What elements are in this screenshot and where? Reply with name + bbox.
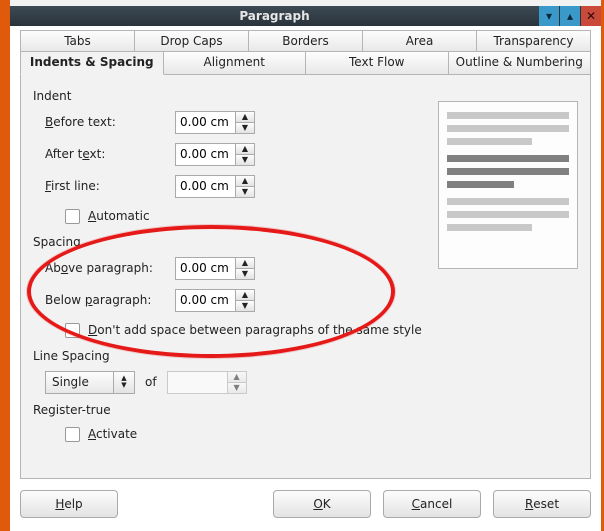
spin-down-icon[interactable]: ▼ [235,122,255,134]
spin-down-icon[interactable]: ▼ [235,154,255,166]
no-space-same-style-row: Don't add space between paragraphs of th… [33,319,578,341]
preview-line [447,181,514,188]
spin-up-icon[interactable]: ▲ [235,289,255,300]
line-spacing-section-label: Line Spacing [33,349,578,363]
activate-checkbox[interactable] [65,427,80,442]
below-paragraph-input[interactable] [175,289,235,312]
activate-row: Activate [33,423,578,445]
preview-line [447,198,569,205]
line-spacing-row: Single ▲▼ of ▲▼ [33,369,578,395]
automatic-label: Automatic [88,209,150,223]
above-paragraph-input[interactable] [175,257,235,280]
spin-down-icon: ▼ [227,382,247,394]
no-space-same-style-label: Don't add space between paragraphs of th… [88,323,422,337]
preview-line [447,112,569,119]
tab-alignment[interactable]: Alignment [164,52,307,75]
above-paragraph-label: Above paragraph: [33,261,175,275]
below-paragraph-spinner[interactable]: ▲▼ [175,289,257,312]
preview-line [447,155,569,162]
spin-up-icon[interactable]: ▲ [235,111,255,122]
preview-line [447,168,569,175]
before-text-label: Before text: [33,115,175,129]
preview-line [447,138,532,145]
line-spacing-value: Single [45,371,113,394]
spin-down-icon[interactable]: ▼ [235,186,255,198]
after-text-label: After text: [33,147,175,161]
preview-line [447,211,569,218]
dialog-footer: Help OK Cancel Reset [20,487,591,521]
minimize-button[interactable]: ▾ [539,6,559,26]
close-button[interactable]: ✕ [580,6,601,26]
above-paragraph-spinner[interactable]: ▲▼ [175,257,257,280]
tab-text-flow[interactable]: Text Flow [306,52,449,75]
maximize-button[interactable]: ▴ [559,6,580,26]
preview-line [447,224,532,231]
indents-spacing-panel: Indent Before text: ▲▼ After text: ▲▼ Fi… [20,74,591,479]
preview-line [447,125,569,132]
tab-indents-spacing[interactable]: Indents & Spacing [20,52,164,75]
first-line-spinner[interactable]: ▲▼ [175,175,257,198]
paragraph-preview [438,101,578,269]
title-bar: Paragraph ▾ ▴ ✕ [10,6,601,26]
reset-button[interactable]: Reset [493,490,591,518]
spin-down-icon[interactable]: ▼ [235,300,255,312]
line-spacing-of-spinner: ▲▼ [167,371,249,394]
line-spacing-of-input [167,371,227,394]
spin-down-icon[interactable]: ▼ [235,268,255,280]
spin-up-icon: ▲ [227,371,247,382]
first-line-input[interactable] [175,175,235,198]
combo-buttons[interactable]: ▲▼ [113,371,135,394]
tab-row-upper: Tabs Drop Caps Borders Area Transparency [20,30,591,52]
tab-borders[interactable]: Borders [249,30,363,52]
below-paragraph-row: Below paragraph: ▲▼ [33,287,578,313]
spin-up-icon[interactable]: ▲ [235,175,255,186]
tab-drop-caps[interactable]: Drop Caps [135,30,249,52]
cancel-button[interactable]: Cancel [383,490,481,518]
after-text-spinner[interactable]: ▲▼ [175,143,257,166]
tab-row-lower: Indents & Spacing Alignment Text Flow Ou… [20,52,591,75]
spin-up-icon[interactable]: ▲ [235,257,255,268]
before-text-input[interactable] [175,111,235,134]
first-line-label: First line: [33,179,175,193]
tab-transparency[interactable]: Transparency [477,30,591,52]
below-paragraph-label: Below paragraph: [33,293,175,307]
paragraph-dialog: Paragraph ▾ ▴ ✕ Tabs Drop Caps Borders A… [0,0,604,531]
ok-button[interactable]: OK [273,490,371,518]
automatic-checkbox[interactable] [65,209,80,224]
tab-area[interactable]: Area [363,30,477,52]
register-true-section-label: Register-true [33,403,578,417]
after-text-input[interactable] [175,143,235,166]
tab-outline-numbering[interactable]: Outline & Numbering [449,52,592,75]
help-button[interactable]: Help [20,490,118,518]
no-space-same-style-checkbox[interactable] [65,323,80,338]
line-spacing-combo[interactable]: Single ▲▼ [45,371,135,394]
window-title: Paragraph [10,9,539,23]
of-label: of [145,375,157,389]
tab-tabs[interactable]: Tabs [20,30,135,52]
spin-up-icon[interactable]: ▲ [235,143,255,154]
window-left-accent [0,0,10,531]
activate-label: Activate [88,427,137,441]
before-text-spinner[interactable]: ▲▼ [175,111,257,134]
